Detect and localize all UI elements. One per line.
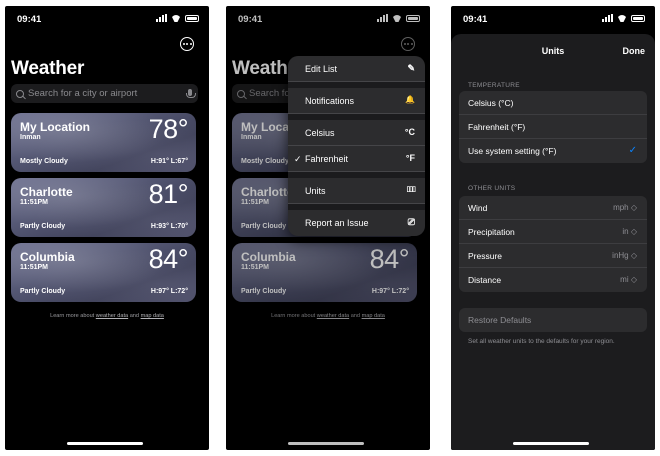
option-label: Celsius (°C): [468, 97, 514, 108]
battery-icon: [631, 14, 645, 22]
units-sheet: Units Done TEMPERATURE Celsius (°C) Fahr…: [451, 34, 655, 450]
menu-item-edit-list[interactable]: Edit List ✎: [288, 56, 425, 82]
menu-item-label: Fahrenheit: [305, 153, 349, 164]
status-time: 09:41: [463, 14, 488, 25]
row-label: Wind: [468, 202, 488, 213]
card-temperature: 81°: [148, 179, 189, 209]
more-options-button[interactable]: [180, 37, 194, 51]
weather-menu-screen: 09:41 Weather Search for a city or airpo…: [226, 6, 430, 450]
menu-item-celsius[interactable]: Celsius °C: [288, 120, 425, 146]
location-card[interactable]: Columbia 11:51PM 84° Partly Cloudy H:97°…: [11, 243, 196, 302]
options-menu: Edit List ✎ Notifications 🔔 Celsius °C ✓ Fah…: [288, 56, 425, 236]
chart-bars-icon: ▯▯▯: [406, 186, 416, 193]
page-title: Weather: [11, 58, 85, 79]
location-card[interactable]: My Location Inman 78° Mostly Cloudy H:91…: [11, 113, 196, 172]
attribution-text: and: [128, 313, 141, 319]
menu-item-fahrenheit[interactable]: ✓ Fahrenheit °F: [288, 146, 425, 172]
card-temperature: 78°: [148, 114, 189, 144]
card-high-low: H:93° L:70°: [150, 223, 188, 230]
menu-item-label: Celsius: [305, 127, 335, 138]
card-high-low: H:91° L:67°: [150, 158, 188, 165]
other-units-section-header: OTHER UNITS: [468, 185, 516, 192]
search-input[interactable]: Search for a city or airport: [11, 84, 198, 103]
unit-selector[interactable]: mph ◇: [613, 203, 637, 212]
search-placeholder: Search for a city or airport: [28, 88, 138, 99]
option-label: Use system setting (°F): [468, 146, 557, 156]
option-label: Fahrenheit (°F): [468, 121, 526, 132]
weather-list-screen: 09:41 Weather Search for a city or airpo…: [5, 6, 209, 450]
units-settings-screen: 09:41 Units Done TEMPERATURE Celsius (°C…: [451, 6, 655, 450]
option-system-setting[interactable]: Use system setting (°F) ✓: [459, 139, 647, 163]
restore-defaults-button[interactable]: Restore Defaults: [459, 308, 647, 332]
wifi-icon: [617, 14, 627, 22]
row-label: Precipitation: [468, 226, 515, 237]
menu-item-notifications[interactable]: Notifications 🔔: [288, 88, 425, 114]
status-bar: 09:41: [451, 6, 655, 32]
attribution-text: Learn more about: [50, 313, 96, 319]
signal-icon: [602, 14, 613, 22]
card-condition: Partly Cloudy: [20, 288, 66, 295]
bell-icon: 🔔: [405, 95, 415, 104]
unit-selector[interactable]: inHg ◇: [612, 251, 637, 260]
pencil-icon: ✎: [407, 63, 415, 73]
wifi-icon: [171, 14, 181, 22]
status-time: 09:41: [17, 14, 42, 25]
checkmark-icon: ✓: [294, 154, 302, 164]
card-condition: Mostly Cloudy: [20, 158, 68, 165]
precipitation-unit-row[interactable]: Precipitation in ◇: [459, 220, 647, 244]
home-indicator[interactable]: [513, 442, 589, 445]
card-city: Charlotte: [20, 185, 73, 199]
card-city: My Location: [20, 120, 91, 134]
distance-unit-row[interactable]: Distance mi ◇: [459, 268, 647, 292]
celsius-icon: °C: [404, 127, 415, 137]
temperature-section-header: TEMPERATURE: [468, 82, 520, 89]
pressure-unit-row[interactable]: Pressure inHg ◇: [459, 244, 647, 268]
card-condition: Partly Cloudy: [20, 223, 66, 230]
location-card[interactable]: Charlotte 11:51PM 81° Partly Cloudy H:93…: [11, 178, 196, 237]
card-temperature: 84°: [148, 244, 189, 274]
speech-bubble-icon: ⎚: [407, 217, 415, 227]
menu-item-label: Notifications: [305, 95, 355, 106]
unit-selector[interactable]: in ◇: [622, 227, 637, 236]
data-attribution: Learn more about weather data and map da…: [5, 313, 209, 319]
checkmark-icon: ✓: [628, 145, 637, 156]
signal-icon: [156, 14, 167, 22]
restore-defaults-note: Set all weather units to the defaults fo…: [468, 338, 615, 345]
menu-item-label: Report an Issue: [305, 218, 369, 228]
battery-icon: [185, 14, 199, 22]
card-subtitle: 11:51PM: [20, 264, 49, 271]
unit-selector[interactable]: mi ◇: [620, 275, 637, 284]
menu-item-label: Units: [305, 185, 326, 196]
temperature-options: Celsius (°C) Fahrenheit (°F) Use system …: [459, 91, 647, 163]
weather-data-link[interactable]: weather data: [96, 313, 128, 319]
home-indicator[interactable]: [67, 442, 143, 445]
card-city: Columbia: [20, 250, 75, 264]
menu-item-label: Edit List: [305, 63, 338, 74]
wind-unit-row[interactable]: Wind mph ◇: [459, 196, 647, 220]
option-celsius[interactable]: Celsius (°C): [459, 91, 647, 115]
card-subtitle: 11:51PM: [20, 199, 49, 206]
option-fahrenheit[interactable]: Fahrenheit (°F): [459, 115, 647, 139]
card-subtitle: Inman: [20, 134, 41, 141]
map-data-link[interactable]: map data: [141, 313, 164, 319]
row-label: Pressure: [468, 250, 503, 261]
other-units-options: Wind mph ◇ Precipitation in ◇ Pressure inHg…: [459, 196, 647, 292]
menu-item-units[interactable]: Units ▯▯▯: [288, 178, 425, 204]
search-icon: [16, 89, 24, 98]
done-button[interactable]: Done: [623, 46, 646, 56]
row-label: Distance: [468, 275, 502, 285]
menu-item-report-issue[interactable]: Report an Issue ⎚: [288, 210, 425, 236]
status-bar: 09:41: [5, 6, 209, 32]
microphone-icon[interactable]: [186, 89, 196, 98]
card-high-low: H:97° L:72°: [150, 288, 188, 295]
fahrenheit-icon: °F: [405, 153, 415, 163]
